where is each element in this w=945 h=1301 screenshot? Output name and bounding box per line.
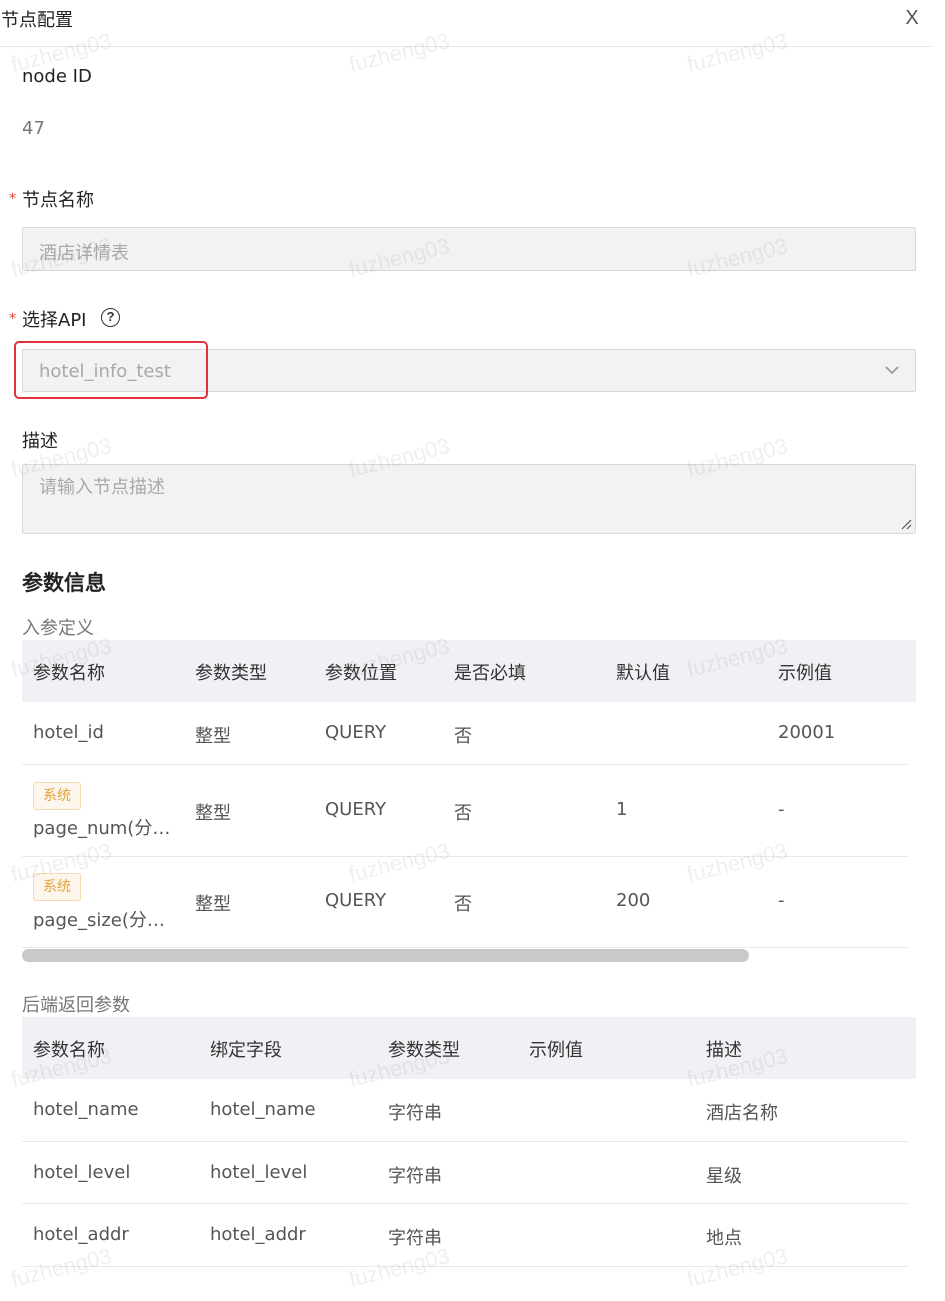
- required-mark: *: [9, 191, 16, 207]
- param-description: 星级: [706, 1166, 742, 1187]
- output-params-table-header: 参数名称 绑定字段 参数类型 示例值 描述: [22, 1017, 916, 1079]
- param-required: 否: [454, 726, 472, 747]
- param-description: 酒店名称: [706, 1103, 778, 1124]
- help-icon[interactable]: ?: [101, 308, 120, 327]
- input-params-title: 入参定义: [22, 618, 94, 639]
- bound-field: hotel_name: [210, 1099, 316, 1120]
- table-row: hotel_id 整型 QUERY 否 20001: [22, 702, 908, 765]
- annotation-highlight-box: [14, 341, 208, 399]
- resize-handle-icon[interactable]: [900, 518, 912, 530]
- param-default: 1: [616, 799, 628, 820]
- close-button[interactable]: X: [900, 4, 924, 32]
- table-row: hotel_addr hotel_addr 字符串 地点: [22, 1204, 908, 1267]
- table-row: hotel_name hotel_name 字符串 酒店名称: [22, 1079, 908, 1142]
- api-select-label: 选择API: [22, 310, 87, 331]
- column-header: 参数名称: [33, 1040, 105, 1061]
- param-type: 字符串: [388, 1166, 442, 1187]
- description-placeholder: 请输入节点描述: [39, 477, 165, 498]
- params-section-title: 参数信息: [22, 571, 106, 595]
- table-row: 系统 page_size(分… 整型 QUERY 否 200 -: [22, 857, 908, 948]
- param-name: hotel_addr: [33, 1224, 129, 1245]
- node-name-value: 酒店详情表: [39, 243, 129, 264]
- column-header: 参数名称: [33, 663, 105, 684]
- output-params-title: 后端返回参数: [22, 995, 130, 1016]
- param-type: 整型: [195, 726, 231, 747]
- node-name-input[interactable]: 酒店详情表: [22, 227, 916, 271]
- column-header: 描述: [706, 1040, 742, 1061]
- system-badge: 系统: [33, 873, 81, 901]
- param-position: QUERY: [325, 799, 387, 820]
- horizontal-scrollbar[interactable]: [22, 949, 749, 962]
- param-example: -: [778, 890, 785, 911]
- param-example: 20001: [778, 722, 836, 743]
- table-row: hotel_level hotel_level 字符串 星级: [22, 1142, 908, 1204]
- chevron-down-icon[interactable]: [882, 360, 902, 380]
- param-example: -: [778, 799, 785, 820]
- param-name: hotel_name: [33, 1099, 139, 1120]
- column-header: 示例值: [778, 663, 832, 684]
- param-required: 否: [454, 803, 472, 824]
- param-description: 地点: [706, 1228, 742, 1249]
- param-type: 整型: [195, 803, 231, 824]
- column-header: 示例值: [529, 1040, 583, 1061]
- drawer-header: 节点配置 X: [0, 0, 932, 47]
- column-header: 绑定字段: [210, 1040, 282, 1061]
- column-header: 默认值: [616, 663, 670, 684]
- param-type: 整型: [195, 894, 231, 915]
- drawer-title: 节点配置: [1, 10, 73, 31]
- param-position: QUERY: [325, 722, 387, 743]
- description-textarea[interactable]: 请输入节点描述: [22, 464, 916, 534]
- table-row: 系统 page_num(分… 整型 QUERY 否 1 -: [22, 765, 908, 857]
- node-id-value: 47: [22, 118, 45, 139]
- input-params-table-header: 参数名称 参数类型 参数位置 是否必填 默认值 示例值: [22, 640, 916, 702]
- param-name: page_size(分…: [33, 910, 165, 931]
- required-mark: *: [9, 311, 16, 327]
- param-default: 200: [616, 890, 651, 911]
- param-position: QUERY: [325, 890, 387, 911]
- param-name: hotel_id: [33, 722, 104, 743]
- param-type: 字符串: [388, 1228, 442, 1249]
- node-id-label: node ID: [22, 66, 92, 87]
- column-header: 参数类型: [388, 1040, 460, 1061]
- bound-field: hotel_level: [210, 1162, 308, 1183]
- column-header: 是否必填: [454, 663, 526, 684]
- param-type: 字符串: [388, 1103, 442, 1124]
- bound-field: hotel_addr: [210, 1224, 306, 1245]
- node-name-label: 节点名称: [22, 190, 94, 211]
- param-name: page_num(分…: [33, 818, 171, 839]
- column-header: 参数位置: [325, 663, 397, 684]
- param-required: 否: [454, 894, 472, 915]
- description-label: 描述: [22, 431, 58, 452]
- system-badge: 系统: [33, 782, 81, 810]
- param-name: hotel_level: [33, 1162, 131, 1183]
- column-header: 参数类型: [195, 663, 267, 684]
